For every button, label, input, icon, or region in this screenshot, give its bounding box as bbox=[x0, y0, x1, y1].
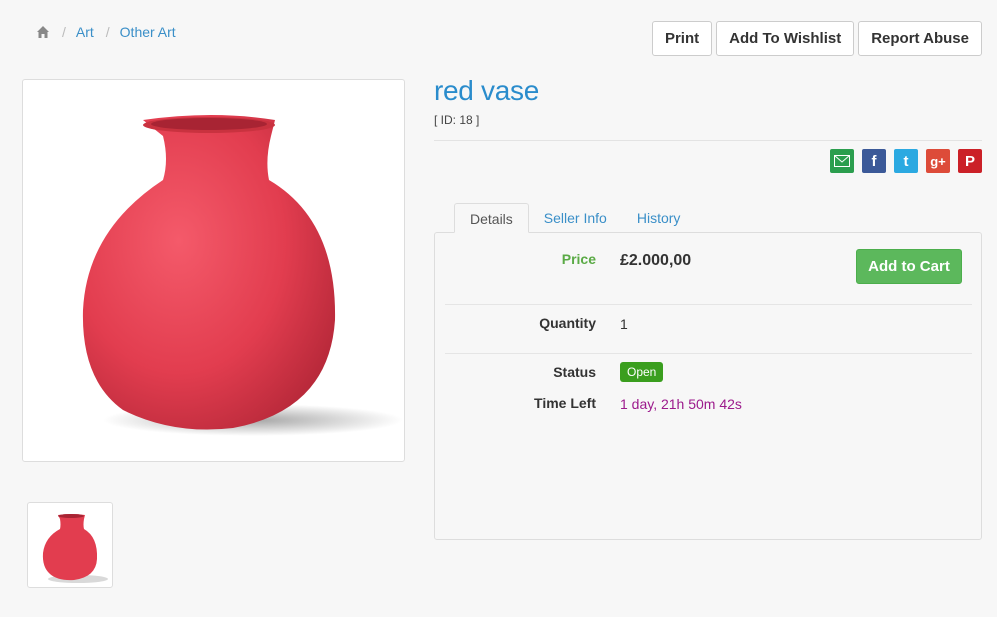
quantity-label: Quantity bbox=[539, 315, 596, 331]
breadcrumb: / Art / Other Art bbox=[36, 24, 176, 40]
breadcrumb-link-other-art[interactable]: Other Art bbox=[120, 24, 176, 40]
price-value: £2.000,00 bbox=[620, 252, 692, 269]
time-left-label: Time Left bbox=[534, 395, 596, 411]
row-divider bbox=[445, 353, 972, 354]
title-divider bbox=[434, 140, 982, 141]
breadcrumb-separator: / bbox=[62, 24, 66, 40]
tab-history[interactable]: History bbox=[622, 203, 696, 233]
item-id: [ ID: 18 ] bbox=[434, 113, 480, 127]
quantity-value: 1 bbox=[620, 316, 628, 332]
tab-details[interactable]: Details bbox=[454, 203, 529, 233]
price-label: Price bbox=[561, 251, 596, 267]
twitter-icon[interactable]: t bbox=[894, 149, 918, 173]
tab-seller-info[interactable]: Seller Info bbox=[529, 203, 622, 233]
email-icon[interactable] bbox=[830, 149, 854, 173]
share-buttons: f t g+ P bbox=[830, 149, 982, 173]
status-badge: Open bbox=[620, 362, 664, 382]
facebook-icon[interactable]: f bbox=[862, 149, 886, 173]
red-vase-thumbnail bbox=[42, 514, 108, 583]
breadcrumb-separator: / bbox=[105, 24, 110, 40]
status-value-wrap: Open bbox=[620, 362, 664, 382]
main-product-image[interactable] bbox=[22, 79, 405, 462]
item-tabs: Details Seller Info History bbox=[454, 203, 695, 233]
thumbnail-image[interactable] bbox=[27, 502, 113, 588]
print-button[interactable]: Print bbox=[651, 21, 713, 56]
row-divider bbox=[445, 304, 972, 305]
item-title: red vase bbox=[434, 75, 539, 106]
time-left-value: 1 day, 21h 50m 42s bbox=[620, 396, 742, 412]
details-panel: Price £2.000,00 Add to Cart Quantity 1 S… bbox=[434, 232, 982, 540]
add-to-cart-button[interactable]: Add to Cart bbox=[856, 249, 962, 284]
google-plus-icon[interactable]: g+ bbox=[926, 149, 950, 173]
breadcrumb-link-art[interactable]: Art bbox=[76, 24, 94, 40]
item-actions-toolbar: Print Add To Wishlist Report Abuse bbox=[651, 21, 982, 56]
status-label: Status bbox=[553, 364, 596, 380]
home-icon[interactable] bbox=[36, 25, 50, 39]
pinterest-icon[interactable]: P bbox=[958, 149, 982, 173]
add-to-wishlist-button[interactable]: Add To Wishlist bbox=[716, 21, 855, 56]
report-abuse-button[interactable]: Report Abuse bbox=[858, 21, 982, 56]
red-vase-image bbox=[82, 115, 403, 436]
